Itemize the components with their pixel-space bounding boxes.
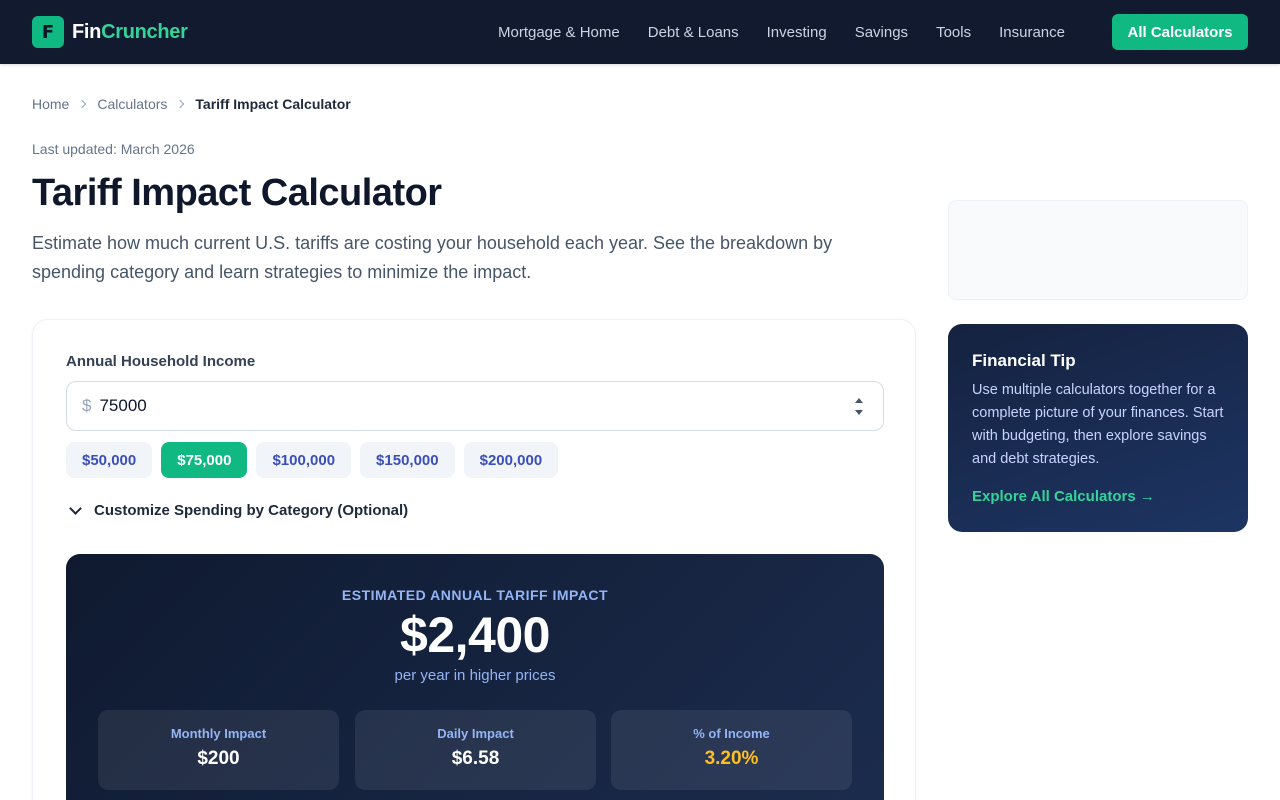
calculator-card: Annual Household Income $ $50,000 $75,00… bbox=[32, 319, 916, 800]
site-logo[interactable]: F FinCruncher bbox=[32, 16, 188, 48]
nav-investing[interactable]: Investing bbox=[767, 24, 827, 41]
income-input[interactable] bbox=[99, 396, 800, 416]
page-intro: Estimate how much current U.S. tariffs a… bbox=[32, 233, 833, 282]
income-label: Annual Household Income bbox=[66, 353, 256, 370]
tip-title: Financial Tip bbox=[972, 351, 1076, 370]
stat-label: Daily Impact bbox=[437, 726, 514, 741]
breadcrumb-current: Tariff Impact Calculator bbox=[195, 96, 351, 112]
stat-value: $200 bbox=[197, 748, 240, 769]
page-title: Tariff Impact Calculator bbox=[32, 172, 442, 214]
customize-spending-toggle[interactable]: Customize Spending by Category (Optional… bbox=[66, 502, 408, 519]
daily-impact-stat: Daily Impact $6.58 bbox=[355, 710, 596, 790]
stat-value: 3.20% bbox=[704, 748, 759, 769]
preset-75000-button[interactable]: $75,000 bbox=[161, 442, 248, 478]
tip-body: Use multiple calculators together for a … bbox=[972, 382, 1224, 467]
site-header: F FinCruncher Mortgage & Home Debt & Loa… bbox=[0, 0, 1280, 64]
preset-100000-button[interactable]: $100,000 bbox=[256, 442, 352, 478]
all-calculators-button[interactable]: All Calculators bbox=[1112, 14, 1248, 50]
monthly-impact-stat: Monthly Impact $200 bbox=[98, 710, 339, 790]
annual-impact-amount: $2,400 bbox=[400, 607, 550, 663]
stat-value: $6.58 bbox=[451, 748, 500, 769]
logo-mark: F bbox=[32, 16, 64, 48]
nav-tools[interactable]: Tools bbox=[936, 24, 971, 41]
result-panel: ESTIMATED ANNUAL TARIFF IMPACT $2,400 pe… bbox=[66, 554, 884, 800]
result-eyebrow: ESTIMATED ANNUAL TARIFF IMPACT bbox=[341, 587, 609, 603]
income-presets: $50,000 $75,000 $100,000 $150,000 $200,0… bbox=[66, 442, 567, 478]
ad-slot bbox=[948, 200, 1248, 300]
breadcrumb-home[interactable]: Home bbox=[32, 96, 69, 112]
main-nav: Mortgage & Home Debt & Loans Investing S… bbox=[498, 0, 1093, 64]
last-updated: Last updated: March 2026 bbox=[32, 141, 195, 157]
preset-200000-button[interactable]: $200,000 bbox=[463, 442, 559, 478]
chevron-down-icon bbox=[69, 502, 82, 515]
nav-insurance[interactable]: Insurance bbox=[999, 24, 1065, 41]
number-stepper[interactable] bbox=[855, 396, 865, 418]
stepper-up-icon[interactable] bbox=[855, 398, 863, 403]
income-field[interactable]: $ bbox=[66, 381, 884, 431]
result-subtitle: per year in higher prices bbox=[394, 667, 556, 684]
stepper-down-icon[interactable] bbox=[855, 410, 863, 415]
stat-label: % of Income bbox=[693, 726, 770, 741]
currency-symbol: $ bbox=[82, 396, 92, 415]
breadcrumb: Home Calculators Tariff Impact Calculato… bbox=[32, 96, 351, 112]
chevron-right-icon bbox=[78, 99, 87, 109]
breadcrumb-calculators[interactable]: Calculators bbox=[97, 96, 167, 112]
customize-label: Customize Spending by Category (Optional… bbox=[94, 502, 409, 519]
logo-wordmark: FinCruncher bbox=[72, 20, 188, 43]
stat-label: Monthly Impact bbox=[170, 726, 267, 741]
nav-mortgage-home[interactable]: Mortgage & Home bbox=[498, 24, 620, 41]
income-percent-stat: % of Income 3.20% bbox=[611, 710, 852, 790]
preset-150000-button[interactable]: $150,000 bbox=[360, 442, 455, 478]
financial-tip-card: Financial Tip Use multiple calculators t… bbox=[948, 324, 1248, 532]
chevron-right-icon bbox=[176, 99, 185, 109]
nav-debt-loans[interactable]: Debt & Loans bbox=[648, 24, 739, 41]
nav-savings[interactable]: Savings bbox=[855, 24, 908, 41]
preset-50000-button[interactable]: $50,000 bbox=[66, 442, 153, 478]
explore-calculators-link[interactable]: Explore All Calculators → bbox=[972, 488, 1155, 505]
